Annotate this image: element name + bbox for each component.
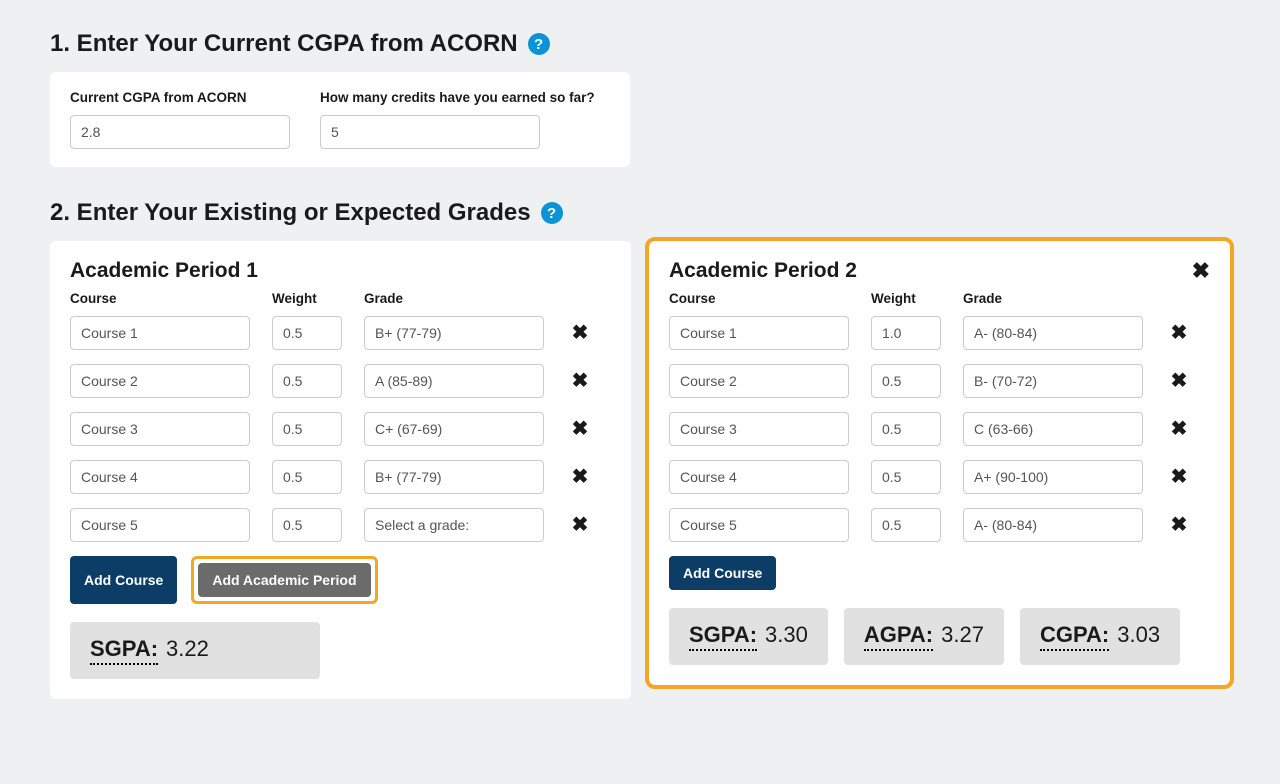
course-row: ✖ — [669, 508, 1210, 542]
course-input[interactable] — [70, 508, 250, 542]
header-course: Course — [669, 291, 849, 306]
grade-select[interactable] — [963, 364, 1143, 398]
cgpa-result: CGPA: 3.03 — [1020, 608, 1180, 665]
course-input[interactable] — [669, 412, 849, 446]
sgpa-result: SGPA: 3.22 — [70, 622, 320, 679]
grade-select[interactable] — [963, 316, 1143, 350]
course-row: ✖ — [669, 460, 1210, 494]
agpa-label: AGPA: — [864, 622, 933, 651]
add-period-highlight: Add Academic Period — [191, 556, 377, 604]
grade-select[interactable] — [364, 412, 544, 446]
course-input[interactable] — [669, 508, 849, 542]
cgpa-label: Current CGPA from ACORN — [70, 90, 290, 105]
grade-select[interactable] — [963, 460, 1143, 494]
close-period-icon[interactable]: ✖ — [1192, 260, 1210, 282]
course-input[interactable] — [70, 316, 250, 350]
weight-input[interactable] — [871, 364, 941, 398]
agpa-result: AGPA: 3.27 — [844, 608, 1004, 665]
agpa-value: 3.27 — [941, 622, 984, 648]
course-input[interactable] — [70, 460, 250, 494]
remove-row-icon[interactable]: ✖ — [1165, 371, 1193, 391]
course-input[interactable] — [669, 316, 849, 350]
section2-heading: 2. Enter Your Existing or Expected Grade… — [50, 199, 1230, 227]
cgpa-label: CGPA: — [1040, 622, 1109, 651]
weight-input[interactable] — [871, 316, 941, 350]
weight-input[interactable] — [871, 460, 941, 494]
header-course: Course — [70, 291, 250, 306]
section1-title: 1. Enter Your Current CGPA from ACORN — [50, 30, 518, 58]
weight-input[interactable] — [272, 412, 342, 446]
academic-period-2: Academic Period 2 ✖ Course Weight Grade … — [649, 241, 1230, 685]
course-row: ✖ — [70, 364, 611, 398]
section1-heading: 1. Enter Your Current CGPA from ACORN ? — [50, 30, 1230, 58]
remove-row-icon[interactable]: ✖ — [566, 419, 594, 439]
credits-label: How many credits have you earned so far? — [320, 90, 595, 105]
remove-row-icon[interactable]: ✖ — [566, 323, 594, 343]
sgpa-label: SGPA: — [90, 636, 158, 665]
grade-select[interactable] — [963, 412, 1143, 446]
weight-input[interactable] — [272, 460, 342, 494]
weight-input[interactable] — [871, 412, 941, 446]
add-course-button[interactable]: Add Course — [70, 556, 177, 604]
course-input[interactable] — [669, 460, 849, 494]
remove-row-icon[interactable]: ✖ — [1165, 419, 1193, 439]
course-input[interactable] — [70, 412, 250, 446]
remove-row-icon[interactable]: ✖ — [566, 371, 594, 391]
grade-select[interactable] — [364, 460, 544, 494]
remove-row-icon[interactable]: ✖ — [566, 467, 594, 487]
add-academic-period-button[interactable]: Add Academic Period — [198, 563, 370, 597]
cgpa-card: Current CGPA from ACORN How many credits… — [50, 72, 630, 167]
period1-title: Academic Period 1 — [70, 259, 258, 283]
remove-row-icon[interactable]: ✖ — [1165, 467, 1193, 487]
header-weight: Weight — [871, 291, 941, 306]
course-input[interactable] — [70, 364, 250, 398]
period2-title: Academic Period 2 — [669, 259, 857, 283]
weight-input[interactable] — [272, 316, 342, 350]
grade-select[interactable] — [364, 316, 544, 350]
sgpa-result: SGPA: 3.30 — [669, 608, 828, 665]
course-row: ✖ — [669, 364, 1210, 398]
weight-input[interactable] — [272, 364, 342, 398]
sgpa-value: 3.30 — [765, 622, 808, 648]
header-weight: Weight — [272, 291, 342, 306]
course-row: ✖ — [70, 460, 611, 494]
section2-title: 2. Enter Your Existing or Expected Grade… — [50, 199, 531, 227]
header-grade: Grade — [364, 291, 544, 306]
remove-row-icon[interactable]: ✖ — [566, 515, 594, 535]
cgpa-value: 3.03 — [1117, 622, 1160, 648]
weight-input[interactable] — [871, 508, 941, 542]
academic-period-1: Academic Period 1 Course Weight Grade ✖ … — [50, 241, 631, 699]
course-row: ✖ — [70, 316, 611, 350]
course-row: ✖ — [669, 316, 1210, 350]
course-row: ✖ — [70, 412, 611, 446]
grade-select[interactable] — [364, 508, 544, 542]
cgpa-input[interactable] — [70, 115, 290, 149]
help-icon[interactable]: ? — [541, 202, 563, 224]
course-row: ✖ — [669, 412, 1210, 446]
remove-row-icon[interactable]: ✖ — [1165, 323, 1193, 343]
course-row: ✖ — [70, 508, 611, 542]
grade-select[interactable] — [364, 364, 544, 398]
help-icon[interactable]: ? — [528, 33, 550, 55]
remove-row-icon[interactable]: ✖ — [1165, 515, 1193, 535]
weight-input[interactable] — [272, 508, 342, 542]
header-grade: Grade — [963, 291, 1143, 306]
credits-input[interactable] — [320, 115, 540, 149]
add-course-button[interactable]: Add Course — [669, 556, 776, 590]
sgpa-label: SGPA: — [689, 622, 757, 651]
grade-select[interactable] — [963, 508, 1143, 542]
sgpa-value: 3.22 — [166, 636, 209, 662]
course-input[interactable] — [669, 364, 849, 398]
